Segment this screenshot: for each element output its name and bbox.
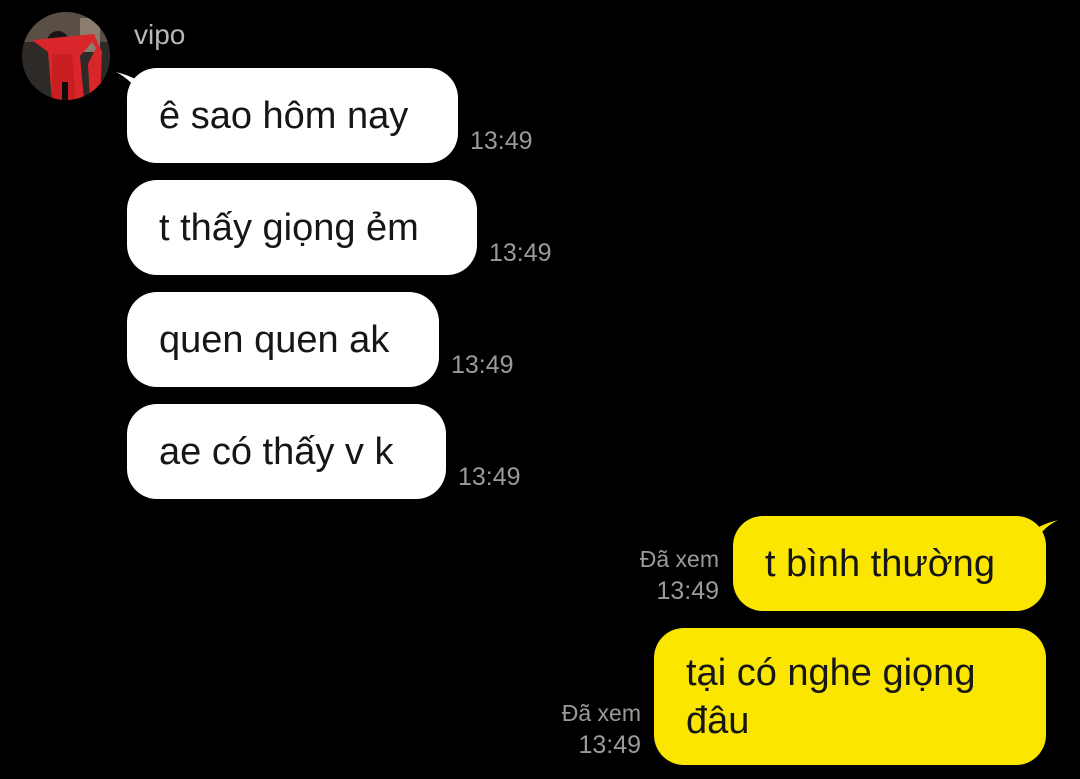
message-timestamp: 13:49 (489, 239, 552, 267)
outgoing-message-bubble[interactable]: t bình thường (733, 516, 1046, 611)
read-status: Đã xem (561, 700, 641, 726)
read-status: Đã xem (639, 546, 719, 572)
message-text: ê sao hôm nay (159, 94, 409, 137)
sender-name: vipo (134, 19, 186, 50)
message-text: tại có nghe giọng đâu (686, 652, 976, 742)
sender-avatar[interactable] (22, 12, 110, 100)
message-text: t bình thường (765, 542, 995, 585)
incoming-message-bubble[interactable]: ae có thấy v k (127, 404, 446, 499)
outgoing-message-meta: Đã xem 13:49 (520, 698, 641, 762)
incoming-message-bubble[interactable]: t thấy giọng ẻm (127, 180, 477, 275)
incoming-message-bubble[interactable]: ê sao hôm nay (127, 68, 458, 163)
outgoing-message-bubble[interactable]: tại có nghe giọng đâu (654, 628, 1046, 765)
message-text: t thấy giọng ẻm (159, 206, 419, 249)
message-timestamp: 13:49 (578, 731, 641, 759)
message-timestamp: 13:49 (470, 127, 533, 155)
message-text: ae có thấy v k (159, 430, 394, 473)
outgoing-bubble-tail (1030, 520, 1058, 552)
message-text: quen quen ak (159, 318, 390, 361)
message-timestamp: 13:49 (451, 351, 514, 379)
message-timestamp: 13:49 (458, 463, 521, 491)
incoming-message-bubble[interactable]: quen quen ak (127, 292, 439, 387)
avatar-photo-icon (22, 12, 110, 100)
message-timestamp: 13:49 (656, 577, 719, 605)
outgoing-message-meta: Đã xem 13:49 (600, 544, 719, 608)
